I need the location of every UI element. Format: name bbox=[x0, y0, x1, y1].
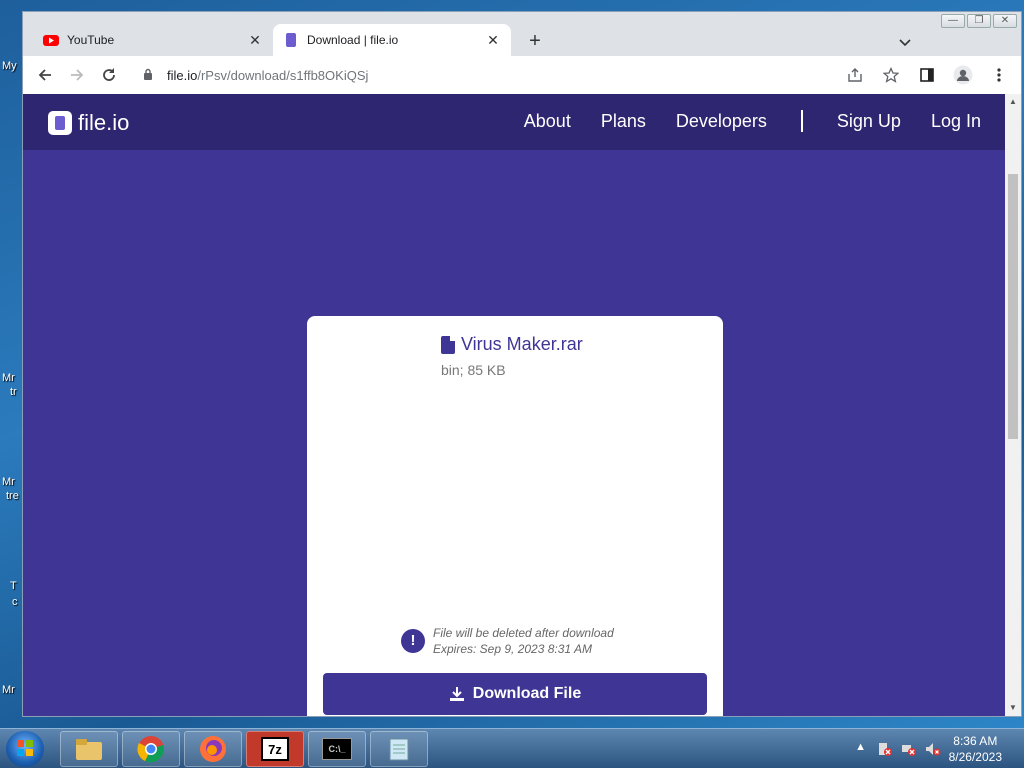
download-icon bbox=[449, 687, 464, 701]
notice-line-1: File will be deleted after download bbox=[433, 626, 614, 640]
desktop-icon-label[interactable]: tre bbox=[6, 490, 19, 502]
scroll-thumb[interactable] bbox=[1008, 174, 1018, 439]
tab-title: Download | file.io bbox=[307, 33, 399, 47]
site-logo[interactable]: file.io bbox=[48, 110, 129, 136]
taskbar-chrome[interactable] bbox=[122, 731, 180, 767]
notice-text: File will be deleted after download Expi… bbox=[433, 625, 614, 657]
desktop-icon-label[interactable]: My bbox=[2, 60, 17, 72]
desktop-icon-label[interactable]: Mr bbox=[2, 372, 15, 384]
tab-title: YouTube bbox=[67, 33, 115, 47]
close-icon[interactable]: ✕ bbox=[485, 32, 501, 49]
7zip-icon: 7z bbox=[261, 737, 289, 761]
desktop-icon-label[interactable]: T bbox=[10, 580, 17, 592]
browser-toolbar: file.io/rPsv/download/s1ffb8OKiQSj bbox=[23, 56, 1021, 94]
nav-links: About Plans Developers Sign Up Log In bbox=[524, 110, 981, 132]
notepad-icon bbox=[385, 735, 413, 763]
start-button[interactable] bbox=[6, 731, 44, 767]
file-title-row: Virus Maker.rar bbox=[441, 334, 583, 355]
chrome-icon bbox=[137, 735, 165, 763]
firefox-icon bbox=[199, 735, 227, 763]
scroll-up-arrow[interactable]: ▲ bbox=[1005, 94, 1021, 110]
windows-logo-icon bbox=[17, 740, 33, 756]
taskbar-explorer[interactable] bbox=[60, 731, 118, 767]
taskbar: 7z C:\_ ▲ 8:36 AM 8/26/2023 bbox=[0, 728, 1024, 768]
system-tray: ▲ 8:36 AM 8/26/2023 bbox=[853, 729, 1024, 768]
download-card: Virus Maker.rar bin; 85 KB ! File will b… bbox=[307, 316, 723, 716]
close-icon[interactable]: ✕ bbox=[247, 32, 263, 49]
toolbar-actions bbox=[841, 60, 1013, 90]
site-navbar: file.io About Plans Developers Sign Up L… bbox=[23, 94, 1005, 150]
nav-about[interactable]: About bbox=[524, 111, 571, 132]
browser-window: — ❐ ✕ YouTube ✕ Download | file.io ✕ + f… bbox=[22, 11, 1022, 717]
clock-date: 8/26/2023 bbox=[948, 750, 1002, 764]
nav-divider bbox=[800, 110, 803, 132]
nav-developers[interactable]: Developers bbox=[676, 111, 767, 132]
side-panel-icon[interactable] bbox=[913, 60, 941, 90]
desktop-icon-label[interactable]: c bbox=[12, 596, 18, 608]
share-icon[interactable] bbox=[841, 60, 869, 90]
page-viewport: file.io About Plans Developers Sign Up L… bbox=[23, 94, 1021, 716]
nav-plans[interactable]: Plans bbox=[601, 111, 646, 132]
nav-signup[interactable]: Sign Up bbox=[837, 111, 901, 132]
menu-icon[interactable] bbox=[985, 60, 1013, 90]
youtube-icon bbox=[43, 32, 59, 48]
scroll-down-arrow[interactable]: ▼ bbox=[1005, 700, 1021, 716]
forward-button[interactable] bbox=[61, 59, 93, 91]
star-icon[interactable] bbox=[877, 60, 905, 90]
taskbar-notepad[interactable] bbox=[370, 731, 428, 767]
deletion-notice: ! File will be deleted after download Ex… bbox=[401, 625, 614, 657]
taskbar-7zip[interactable]: 7z bbox=[246, 731, 304, 767]
show-hidden-icons-icon[interactable]: ▲ bbox=[853, 741, 869, 757]
tab-youtube[interactable]: YouTube ✕ bbox=[33, 24, 273, 56]
tab-search-button[interactable] bbox=[899, 36, 911, 50]
volume-icon[interactable] bbox=[925, 741, 941, 757]
action-center-icon[interactable] bbox=[877, 741, 893, 757]
file-meta: bin; 85 KB bbox=[441, 362, 506, 378]
file-name: Virus Maker.rar bbox=[461, 334, 583, 354]
new-tab-button[interactable]: + bbox=[523, 30, 547, 53]
lock-icon[interactable] bbox=[143, 68, 159, 83]
url-host: file.io bbox=[167, 67, 198, 83]
clock-time: 8:36 AM bbox=[953, 734, 998, 748]
arrow-right-icon bbox=[71, 69, 84, 81]
reload-button[interactable] bbox=[93, 59, 125, 91]
brand-name: file.io bbox=[78, 110, 130, 135]
reload-icon bbox=[103, 68, 115, 81]
cmd-icon: C:\_ bbox=[322, 738, 352, 760]
download-label: Download File bbox=[472, 685, 582, 702]
tab-strip: YouTube ✕ Download | file.io ✕ + bbox=[23, 22, 1021, 56]
chevron-down-icon bbox=[899, 39, 911, 47]
fileio-logo-icon bbox=[48, 111, 72, 135]
download-file-button[interactable]: Download File bbox=[323, 673, 707, 715]
exclamation-icon: ! bbox=[401, 629, 425, 653]
fileio-icon bbox=[283, 32, 299, 48]
clock[interactable]: 8:36 AM 8/26/2023 bbox=[949, 733, 1002, 765]
desktop-icon-label[interactable]: Mr bbox=[2, 476, 15, 488]
tab-fileio[interactable]: Download | file.io ✕ bbox=[273, 24, 511, 56]
vertical-scrollbar[interactable]: ▲ ▼ bbox=[1005, 94, 1021, 716]
folder-icon bbox=[75, 735, 103, 763]
back-button[interactable] bbox=[29, 59, 61, 91]
desktop-icon-label[interactable]: tr bbox=[10, 386, 17, 398]
arrow-left-icon bbox=[38, 69, 51, 81]
file-icon bbox=[441, 335, 455, 354]
notice-line-2: Expires: Sep 9, 2023 8:31 AM bbox=[433, 642, 592, 656]
url-path: /rPsv/download/s1ffb8OKiQSj bbox=[197, 67, 369, 83]
profile-icon[interactable] bbox=[949, 60, 977, 90]
desktop-icon-label[interactable]: Mr bbox=[2, 684, 15, 696]
taskbar-firefox[interactable] bbox=[184, 731, 242, 767]
network-icon[interactable] bbox=[901, 741, 917, 757]
taskbar-cmd[interactable]: C:\_ bbox=[308, 731, 366, 767]
nav-login[interactable]: Log In bbox=[931, 111, 981, 132]
address-bar[interactable]: file.io/rPsv/download/s1ffb8OKiQSj bbox=[131, 60, 851, 90]
